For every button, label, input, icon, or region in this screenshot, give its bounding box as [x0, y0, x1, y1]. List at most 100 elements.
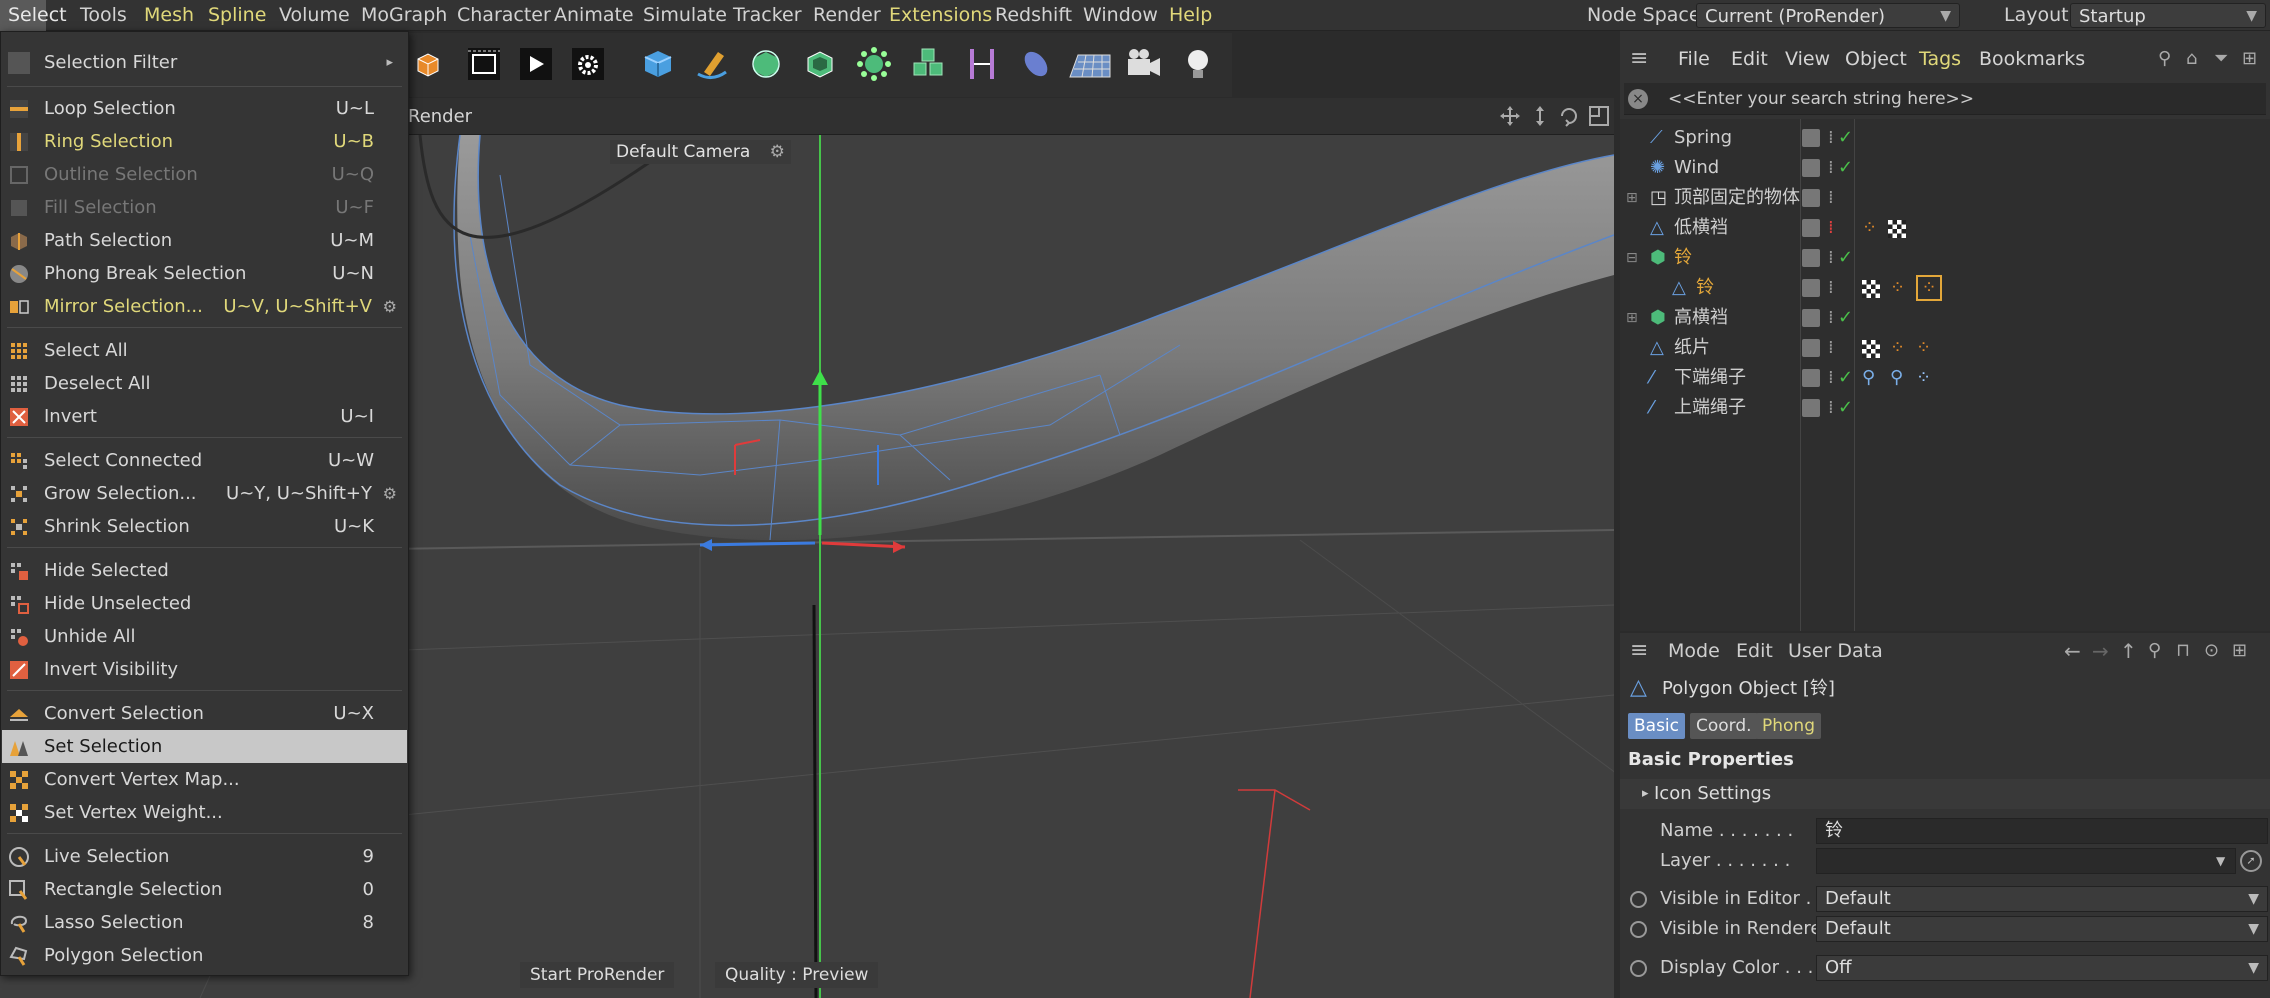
edit-toggle-icon[interactable]	[1802, 249, 1820, 267]
hair-tag-icon[interactable]: ⚲	[1862, 363, 1875, 393]
menu-item-hide-unselected[interactable]: Hide Unselected	[2, 587, 407, 620]
collapse-icon[interactable]: ⊟	[1626, 243, 1638, 273]
move-view-icon[interactable]	[1498, 104, 1522, 128]
menu-item-deselect-all[interactable]: Deselect All	[2, 367, 407, 400]
checkmark-icon[interactable]: ✓	[1838, 363, 1853, 393]
cloth-tag-icon[interactable]: ⁘	[1916, 333, 1931, 363]
field-capsule-icon[interactable]	[1013, 41, 1059, 87]
menu-item-lasso-selection[interactable]: Lasso Selection 8	[2, 906, 407, 939]
edit-toggle-icon[interactable]	[1802, 129, 1820, 147]
name-field[interactable]: 铃	[1816, 818, 2268, 844]
om-menu-object[interactable]: Object	[1845, 39, 1907, 79]
menu-spline[interactable]: Spline	[208, 0, 266, 31]
checker-tag-icon[interactable]	[1862, 340, 1880, 358]
edit-toggle-icon[interactable]	[1802, 339, 1820, 357]
menu-item-phong-break-selection[interactable]: Phong Break Selection U~N	[2, 257, 407, 290]
menu-item-live-selection[interactable]: Live Selection 9	[2, 840, 407, 873]
menu-item-rectangle-selection[interactable]: Rectangle Selection 0	[2, 873, 407, 906]
edit-toggle-icon[interactable]	[1802, 369, 1820, 387]
om-menu-file[interactable]: File	[1678, 39, 1710, 79]
menu-item-unhide-all[interactable]: Unhide All	[2, 620, 407, 653]
object-row-wind[interactable]: ✺ Wind ⁞ ✓	[1620, 153, 2270, 183]
object-row-low-bar[interactable]: △ 低横裆 ⁞ ⁘	[1620, 213, 2270, 243]
menu-item-shrink-selection[interactable]: Shrink Selection U~K	[2, 510, 407, 543]
menu-help[interactable]: Help	[1169, 0, 1212, 31]
menu-item-convert-vertex-map[interactable]: Convert Vertex Map...	[2, 763, 407, 796]
object-row-paper[interactable]: △ 纸片 ⁞ ⁘ ⁘	[1620, 333, 2270, 363]
menu-character[interactable]: Character	[457, 0, 551, 31]
visibility-dots-icon[interactable]: ⁞	[1828, 363, 1834, 393]
selected-tag-icon[interactable]: ⁘	[1916, 275, 1942, 301]
start-prorender-button[interactable]: Start ProRender	[520, 962, 675, 988]
menu-tracker[interactable]: Tracker	[733, 0, 802, 31]
om-menu-view[interactable]: View	[1785, 39, 1830, 79]
camera-icon[interactable]	[1121, 41, 1167, 87]
om-menu-tags[interactable]: Tags	[1919, 39, 1961, 79]
edit-toggle-icon[interactable]	[1802, 159, 1820, 177]
visible-editor-select[interactable]: Default ▼	[1816, 886, 2268, 912]
zoom-view-icon[interactable]	[1528, 104, 1552, 128]
checkmark-icon[interactable]: ✓	[1838, 303, 1853, 333]
animate-radio-icon[interactable]	[1630, 891, 1647, 908]
light-bulb-icon[interactable]	[1175, 41, 1221, 87]
dynamics-tag-icon[interactable]: ⁘	[1890, 333, 1905, 363]
hamburger-menu-icon[interactable]: ≡	[1630, 39, 1648, 79]
visibility-dots-icon[interactable]: ⁞	[1828, 123, 1834, 153]
visibility-dots-icon[interactable]: ⁞	[1828, 183, 1834, 213]
checker-tag-icon[interactable]	[1888, 220, 1906, 238]
object-row-high-bar[interactable]: ⊞ ⬢ 高横裆 ⁞ ✓	[1620, 303, 2270, 333]
filter-icon[interactable]: ⏷	[2214, 39, 2228, 79]
checkmark-icon[interactable]: ✓	[1838, 243, 1853, 273]
clear-search-icon[interactable]: ×	[1628, 89, 1648, 109]
dynamics-tag-icon[interactable]: ⁘	[1890, 273, 1905, 303]
node-space-dropdown[interactable]: Current (ProRender) ▼	[1696, 3, 1960, 28]
menu-item-select-all[interactable]: Select All	[2, 334, 407, 367]
tab-coord[interactable]: Coord.	[1690, 713, 1758, 739]
target-icon[interactable]: ⊙	[2204, 633, 2219, 669]
visibility-dots-icon[interactable]: ⁞	[1828, 243, 1834, 273]
am-menu-user-data[interactable]: User Data	[1788, 633, 1883, 669]
checkmark-icon[interactable]: ✓	[1838, 153, 1853, 183]
visibility-dots-icon[interactable]: ⁞	[1828, 153, 1834, 183]
floor-grid-icon[interactable]	[1067, 41, 1113, 87]
menu-item-selection-filter[interactable]: Selection Filter ▸	[2, 46, 407, 79]
om-menu-edit[interactable]: Edit	[1731, 39, 1768, 79]
cube-primitive-icon[interactable]	[635, 41, 681, 87]
animate-radio-icon[interactable]	[1630, 921, 1647, 938]
object-row-bell-group[interactable]: ⊟ ⬢ 铃 ⁞ ✓	[1620, 243, 2270, 273]
om-menu-bookmarks[interactable]: Bookmarks	[1979, 39, 2085, 79]
layer-field[interactable]	[1816, 848, 2236, 874]
visibility-dots-icon[interactable]: ⁞	[1828, 303, 1834, 333]
gear-icon[interactable]: ⚙	[383, 477, 397, 510]
visibility-dots-icon[interactable]: ⁞	[1828, 393, 1834, 423]
render-region-icon[interactable]	[461, 41, 507, 87]
tab-basic[interactable]: Basic	[1628, 713, 1686, 739]
render-view-icon[interactable]	[513, 41, 559, 87]
object-row-upper-rope[interactable]: ⁄ 上端绳子 ⁞ ✓	[1620, 393, 2270, 423]
object-row-top-fixed[interactable]: ⊞ ◳ 顶部固定的物体 ⁞	[1620, 183, 2270, 213]
maximize-view-icon[interactable]	[1587, 104, 1611, 128]
viewport-render-menu[interactable]: Render	[408, 98, 472, 135]
menu-item-path-selection[interactable]: Path Selection U~M	[2, 224, 407, 257]
menu-render[interactable]: Render	[813, 0, 881, 31]
am-menu-mode[interactable]: Mode	[1668, 633, 1720, 669]
camera-label[interactable]: Default Camera ⚙	[610, 140, 791, 164]
om-search-bar[interactable]: × <<Enter your search string here>>	[1624, 83, 2266, 115]
visible-renderer-select[interactable]: Default ▼	[1816, 916, 2268, 942]
menu-item-set-vertex-weight[interactable]: Set Vertex Weight...	[2, 796, 407, 829]
menu-item-invert[interactable]: Invert U~I	[2, 400, 407, 433]
expand-icon[interactable]: ⊞	[1626, 183, 1638, 213]
menu-item-convert-selection[interactable]: Convert Selection U~X	[2, 697, 407, 730]
edit-toggle-icon[interactable]	[1802, 219, 1820, 237]
menu-item-fill-selection[interactable]: Fill Selection U~F	[2, 191, 407, 224]
menu-item-outline-selection[interactable]: Outline Selection U~Q	[2, 158, 407, 191]
quality-indicator[interactable]: Quality : Preview	[715, 962, 879, 988]
animate-radio-icon[interactable]	[1630, 960, 1647, 977]
object-row-bell[interactable]: △ 铃 ⁞ ⁘ ⁘	[1620, 273, 2270, 303]
rope-tag-icon[interactable]: ⁘	[1916, 363, 1931, 393]
hair-tag-icon[interactable]: ⚲	[1890, 363, 1903, 393]
menu-item-mirror-selection[interactable]: Mirror Selection... U~V, U~Shift+V ⚙	[2, 290, 407, 323]
visibility-red-icon[interactable]: ⁞	[1828, 213, 1834, 243]
object-row-lower-rope[interactable]: ⁄ 下端绳子 ⁞ ✓ ⚲ ⚲ ⁘	[1620, 363, 2270, 393]
edit-toggle-icon[interactable]	[1802, 279, 1820, 297]
